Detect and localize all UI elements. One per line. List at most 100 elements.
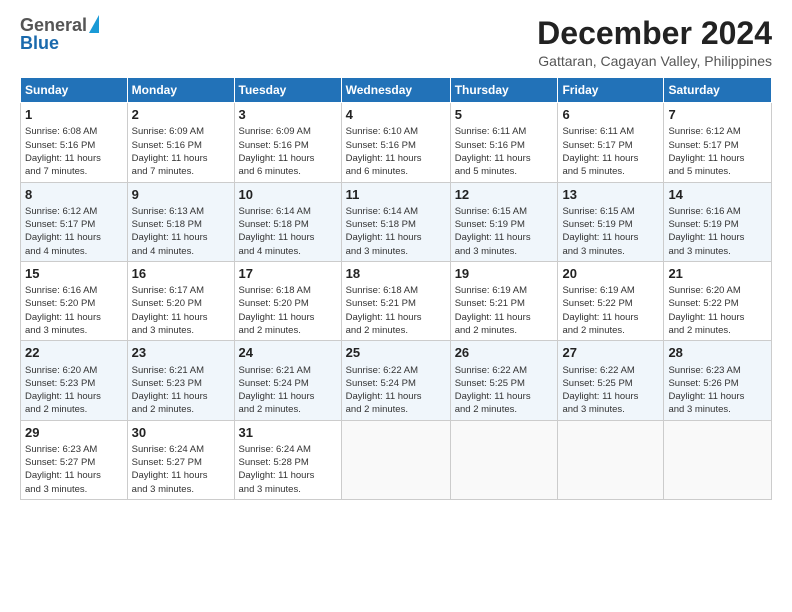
day-number: 31 — [239, 424, 337, 442]
calendar-table: SundayMondayTuesdayWednesdayThursdayFrid… — [20, 77, 772, 500]
day-info-line: Sunset: 5:16 PM — [346, 139, 446, 152]
day-info-line: Sunrise: 6:11 AM — [562, 125, 659, 138]
day-info-line: Sunrise: 6:19 AM — [455, 284, 554, 297]
day-number: 6 — [562, 106, 659, 124]
day-info-line: and 7 minutes. — [132, 165, 230, 178]
day-info-line: and 2 minutes. — [346, 324, 446, 337]
day-number: 21 — [668, 265, 767, 283]
day-info-line: Sunset: 5:17 PM — [562, 139, 659, 152]
day-info-line: Sunrise: 6:21 AM — [239, 364, 337, 377]
day-info-line: Sunset: 5:27 PM — [132, 456, 230, 469]
calendar-cell: 18Sunrise: 6:18 AMSunset: 5:21 PMDayligh… — [341, 261, 450, 340]
calendar-cell — [558, 420, 664, 499]
day-number: 27 — [562, 344, 659, 362]
calendar-cell: 9Sunrise: 6:13 AMSunset: 5:18 PMDaylight… — [127, 182, 234, 261]
day-number: 1 — [25, 106, 123, 124]
day-info-line: Sunset: 5:22 PM — [668, 297, 767, 310]
calendar-cell: 29Sunrise: 6:23 AMSunset: 5:27 PMDayligh… — [21, 420, 128, 499]
calendar-cell — [664, 420, 772, 499]
day-info-line: Sunset: 5:21 PM — [346, 297, 446, 310]
day-info-line: Sunset: 5:25 PM — [562, 377, 659, 390]
day-info-line: and 3 minutes. — [668, 403, 767, 416]
day-info-line: and 3 minutes. — [455, 245, 554, 258]
day-info-line: and 5 minutes. — [455, 165, 554, 178]
day-info-line: and 3 minutes. — [25, 324, 123, 337]
calendar-cell: 14Sunrise: 6:16 AMSunset: 5:19 PMDayligh… — [664, 182, 772, 261]
calendar-cell: 7Sunrise: 6:12 AMSunset: 5:17 PMDaylight… — [664, 103, 772, 182]
day-info-line: Sunset: 5:18 PM — [346, 218, 446, 231]
calendar-cell: 11Sunrise: 6:14 AMSunset: 5:18 PMDayligh… — [341, 182, 450, 261]
day-info-line: Sunset: 5:24 PM — [346, 377, 446, 390]
day-info-line: Sunrise: 6:16 AM — [668, 205, 767, 218]
day-info-line: and 2 minutes. — [455, 324, 554, 337]
day-info-line: Sunrise: 6:24 AM — [132, 443, 230, 456]
day-info-line: Sunrise: 6:14 AM — [239, 205, 337, 218]
calendar-cell: 15Sunrise: 6:16 AMSunset: 5:20 PMDayligh… — [21, 261, 128, 340]
day-info-line: and 3 minutes. — [25, 483, 123, 496]
page: General Blue December 2024 Gattaran, Cag… — [0, 0, 792, 612]
day-info-line: Daylight: 11 hours — [25, 390, 123, 403]
day-number: 28 — [668, 344, 767, 362]
day-info-line: and 3 minutes. — [562, 403, 659, 416]
day-info-line: Daylight: 11 hours — [239, 469, 337, 482]
day-info-line: Daylight: 11 hours — [25, 469, 123, 482]
day-info-line: and 3 minutes. — [239, 483, 337, 496]
day-info-line: Sunrise: 6:18 AM — [239, 284, 337, 297]
day-info-line: and 3 minutes. — [668, 245, 767, 258]
day-info-line: Daylight: 11 hours — [239, 311, 337, 324]
day-info-line: and 2 minutes. — [668, 324, 767, 337]
day-info-line: Daylight: 11 hours — [239, 231, 337, 244]
day-info-line: Sunset: 5:18 PM — [132, 218, 230, 231]
day-info-line: Sunrise: 6:21 AM — [132, 364, 230, 377]
day-info-line: Sunset: 5:18 PM — [239, 218, 337, 231]
day-info-line: and 2 minutes. — [239, 403, 337, 416]
day-info-line: Sunrise: 6:18 AM — [346, 284, 446, 297]
logo-icon — [89, 15, 99, 33]
month-title: December 2024 — [537, 16, 772, 51]
day-number: 5 — [455, 106, 554, 124]
location: Gattaran, Cagayan Valley, Philippines — [537, 53, 772, 69]
day-info-line: Sunrise: 6:20 AM — [668, 284, 767, 297]
day-info-line: Sunset: 5:25 PM — [455, 377, 554, 390]
day-info-line: and 2 minutes. — [25, 403, 123, 416]
day-info-line: and 3 minutes. — [132, 324, 230, 337]
calendar-cell: 19Sunrise: 6:19 AMSunset: 5:21 PMDayligh… — [450, 261, 558, 340]
day-info-line: Daylight: 11 hours — [346, 311, 446, 324]
day-info-line: Daylight: 11 hours — [562, 311, 659, 324]
calendar-cell: 24Sunrise: 6:21 AMSunset: 5:24 PMDayligh… — [234, 341, 341, 420]
day-info-line: and 3 minutes. — [346, 245, 446, 258]
day-info-line: Sunset: 5:16 PM — [455, 139, 554, 152]
day-info-line: Daylight: 11 hours — [132, 231, 230, 244]
day-info-line: and 4 minutes. — [25, 245, 123, 258]
day-info-line: and 2 minutes. — [239, 324, 337, 337]
day-number: 18 — [346, 265, 446, 283]
day-info-line: and 3 minutes. — [562, 245, 659, 258]
calendar-cell: 3Sunrise: 6:09 AMSunset: 5:16 PMDaylight… — [234, 103, 341, 182]
day-number: 12 — [455, 186, 554, 204]
day-info-line: Sunrise: 6:12 AM — [668, 125, 767, 138]
day-number: 8 — [25, 186, 123, 204]
calendar-cell: 26Sunrise: 6:22 AMSunset: 5:25 PMDayligh… — [450, 341, 558, 420]
day-info-line: Daylight: 11 hours — [668, 311, 767, 324]
day-info-line: Sunset: 5:23 PM — [25, 377, 123, 390]
calendar-cell: 25Sunrise: 6:22 AMSunset: 5:24 PMDayligh… — [341, 341, 450, 420]
calendar-cell — [341, 420, 450, 499]
col-header-sunday: Sunday — [21, 78, 128, 103]
day-number: 17 — [239, 265, 337, 283]
day-info-line: Sunrise: 6:22 AM — [346, 364, 446, 377]
day-number: 2 — [132, 106, 230, 124]
day-info-line: Sunrise: 6:22 AM — [562, 364, 659, 377]
day-number: 15 — [25, 265, 123, 283]
day-info-line: Sunset: 5:16 PM — [132, 139, 230, 152]
calendar-cell: 17Sunrise: 6:18 AMSunset: 5:20 PMDayligh… — [234, 261, 341, 340]
day-info-line: Sunset: 5:23 PM — [132, 377, 230, 390]
day-number: 16 — [132, 265, 230, 283]
day-number: 3 — [239, 106, 337, 124]
logo: General Blue — [20, 16, 99, 54]
day-info-line: Daylight: 11 hours — [132, 311, 230, 324]
day-number: 24 — [239, 344, 337, 362]
day-number: 22 — [25, 344, 123, 362]
day-info-line: Daylight: 11 hours — [668, 231, 767, 244]
day-info-line: Sunset: 5:16 PM — [25, 139, 123, 152]
day-info-line: and 2 minutes. — [346, 403, 446, 416]
